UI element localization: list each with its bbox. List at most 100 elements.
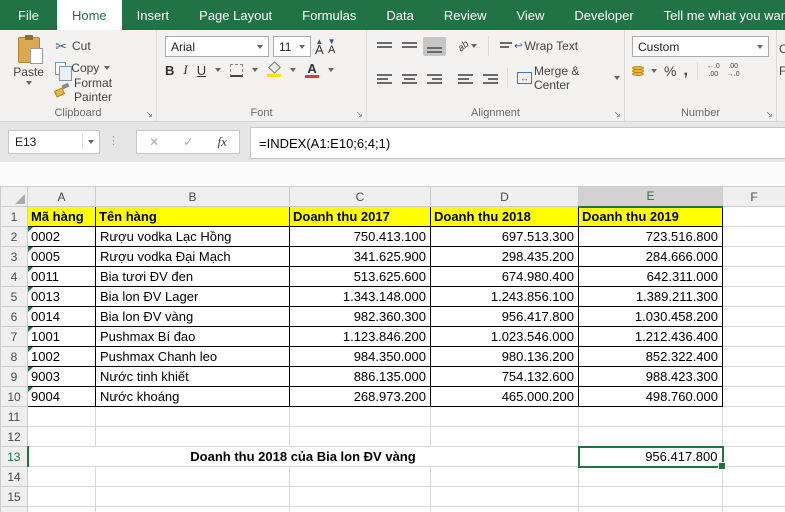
cell-e6[interactable]: 1.030.458.200 [579,307,723,327]
cell[interactable] [28,467,96,487]
borders-dropdown-caret[interactable] [252,68,258,72]
accounting-format-button[interactable] [632,67,644,76]
decrease-indent-button[interactable] [454,69,477,88]
cell-a8[interactable]: 1002 [28,347,96,367]
underline-button[interactable]: U [197,63,206,78]
cell-a2[interactable]: 0002 [28,227,96,247]
cell-d3[interactable]: 298.435.200 [431,247,579,267]
row-header-3[interactable]: 3 [1,247,28,267]
increase-decimal-button[interactable]: ←.0 .00 [707,63,720,79]
cell-c10[interactable]: 268.973.200 [290,387,431,407]
row-header-13-selected[interactable]: 13 [1,447,28,467]
cell-b10[interactable]: Nước khoáng [96,387,290,407]
cell[interactable] [96,507,290,512]
cell-b5[interactable]: Bia lon ĐV Lager [96,287,290,307]
wrap-text-button[interactable]: ↩ Wrap Text [496,36,582,56]
cell-b3[interactable]: Rượu vodka Đại Mạch [96,247,290,267]
row-header-9[interactable]: 9 [1,367,28,387]
row-header-11[interactable]: 11 [1,407,28,427]
number-format-select[interactable]: Custom [632,36,769,57]
cell[interactable] [28,427,96,447]
row-header-4[interactable]: 4 [1,267,28,287]
cell[interactable] [723,507,785,512]
cell-c5[interactable]: 1.343.148.000 [290,287,431,307]
cell-e10[interactable]: 498.760.000 [579,387,723,407]
selected-cell-e13[interactable]: 956.417.800 [579,447,723,467]
cell[interactable] [96,467,290,487]
cell-e3[interactable]: 284.666.000 [579,247,723,267]
row-header-1[interactable]: 1 [1,207,28,227]
cell-f8[interactable] [723,347,785,367]
cell-b7[interactable]: Pushmax Bí đao [96,327,290,347]
cell[interactable] [290,407,431,427]
row-header-15[interactable]: 15 [1,487,28,507]
row-header-5[interactable]: 5 [1,287,28,307]
cell-f6[interactable] [723,307,785,327]
paste-button[interactable]: Paste [6,35,51,101]
cell[interactable] [431,487,579,507]
cell-a6[interactable]: 0014 [28,307,96,327]
cell-e5[interactable]: 1.389.211.300 [579,287,723,307]
cell[interactable] [96,407,290,427]
column-header-e-selected[interactable]: E [579,187,723,207]
column-header-d[interactable]: D [431,187,579,207]
alignment-dialog-launcher[interactable]: ↘ [613,110,621,119]
row-header-14[interactable]: 14 [1,467,28,487]
cell-e9[interactable]: 988.423.300 [579,367,723,387]
cell-e2[interactable]: 723.516.800 [579,227,723,247]
tab-view[interactable]: View [501,0,559,30]
cell[interactable] [723,447,785,467]
cell[interactable] [28,487,96,507]
cell-c4[interactable]: 513.625.600 [290,267,431,287]
cell-d8[interactable]: 980.136.200 [431,347,579,367]
tell-me-box[interactable]: Tell me what you want to d [649,0,785,30]
cell-d5[interactable]: 1.243.856.100 [431,287,579,307]
percent-style-button[interactable]: % [664,63,676,79]
row-header-8[interactable]: 8 [1,347,28,367]
cell[interactable] [290,487,431,507]
tab-formulas[interactable]: Formulas [287,0,371,30]
fill-color-dropdown-caret[interactable] [290,68,296,72]
cell[interactable] [579,467,723,487]
cell-d1[interactable]: Doanh thu 2018 [431,207,579,227]
accounting-dropdown-caret[interactable] [651,69,657,73]
cell-d2[interactable]: 697.513.300 [431,227,579,247]
cell-b1[interactable]: Tên hàng [96,207,290,227]
top-align-button[interactable] [373,37,396,56]
cancel-icon[interactable]: ✕ [149,135,159,149]
cell-c7[interactable]: 1.123.846.200 [290,327,431,347]
tab-page-layout[interactable]: Page Layout [184,0,287,30]
increase-font-size-button[interactable]: ▲ A [315,39,324,55]
cell-b2[interactable]: Rượu vodka Lạc Hồng [96,227,290,247]
cell-f9[interactable] [723,367,785,387]
decrease-font-size-button[interactable]: ▼ A [328,39,336,55]
cell-d9[interactable]: 754.132.600 [431,367,579,387]
cell-e4[interactable]: 642.311.000 [579,267,723,287]
cell-c9[interactable]: 886.135.000 [290,367,431,387]
cell-e1[interactable]: Doanh thu 2019 [579,207,723,227]
cell-a4[interactable]: 0011 [28,267,96,287]
fill-color-button[interactable] [267,63,281,77]
cell[interactable] [579,507,723,512]
cell-d4[interactable]: 674.980.400 [431,267,579,287]
cell[interactable] [290,467,431,487]
row-header-16[interactable]: 16 [1,507,28,512]
cell[interactable] [28,507,96,512]
cell-b9[interactable]: Nước tinh khiết [96,367,290,387]
font-color-button[interactable]: A [305,63,319,78]
cell-b4[interactable]: Bia tươi ĐV đen [96,267,290,287]
insert-function-icon[interactable]: fx [218,134,227,150]
cell[interactable] [579,407,723,427]
font-name-select[interactable]: Arial [165,36,269,57]
comma-style-button[interactable]: , [683,62,687,80]
align-center-button[interactable] [398,69,421,88]
cell[interactable] [431,427,579,447]
row-header-12[interactable]: 12 [1,427,28,447]
tab-home[interactable]: Home [57,0,122,30]
tab-developer[interactable]: Developer [559,0,648,30]
cell[interactable] [723,467,785,487]
cell-d6[interactable]: 956.417.800 [431,307,579,327]
cell[interactable] [431,467,579,487]
cell[interactable] [290,427,431,447]
tab-review[interactable]: Review [429,0,502,30]
